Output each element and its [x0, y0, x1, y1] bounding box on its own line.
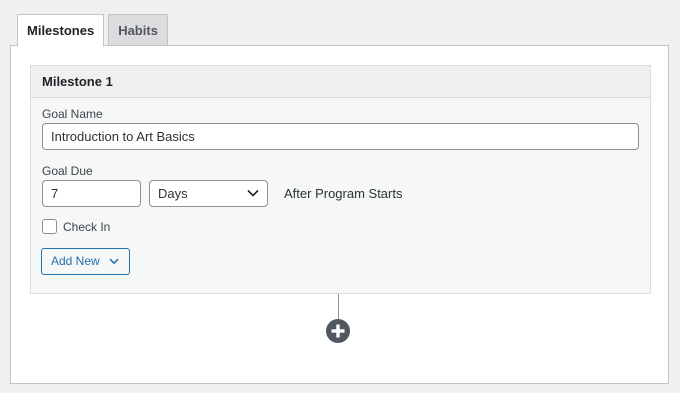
tab-milestones[interactable]: Milestones	[17, 14, 105, 47]
goal-due-suffix: After Program Starts	[284, 186, 403, 201]
milestones-panel: Milestone 1 Goal Name Goal Due Days Afte…	[10, 45, 669, 384]
goal-name-label: Goal Name	[42, 107, 103, 121]
check-in-checkbox[interactable]	[42, 219, 57, 234]
goal-name-input[interactable]	[42, 123, 639, 150]
goal-due-unit-select[interactable]: Days	[149, 180, 268, 207]
chevron-down-icon	[247, 189, 259, 197]
add-new-label: Add New	[51, 254, 100, 268]
milestone-card: Milestone 1 Goal Name Goal Due Days Afte…	[30, 65, 651, 294]
chevron-down-icon	[109, 258, 119, 265]
plus-icon	[331, 324, 345, 338]
goal-due-input[interactable]	[42, 180, 141, 207]
tab-bar: Milestones Habits	[17, 14, 172, 47]
goal-due-unit-value: Days	[158, 186, 188, 201]
tab-habits[interactable]: Habits	[108, 14, 168, 46]
milestone-title: Milestone 1	[31, 66, 650, 98]
check-in-label: Check In	[63, 220, 111, 234]
add-new-button[interactable]: Add New	[41, 248, 130, 275]
connector-line	[338, 294, 339, 320]
goal-due-label: Goal Due	[42, 164, 93, 178]
add-milestone-button[interactable]	[326, 319, 350, 343]
